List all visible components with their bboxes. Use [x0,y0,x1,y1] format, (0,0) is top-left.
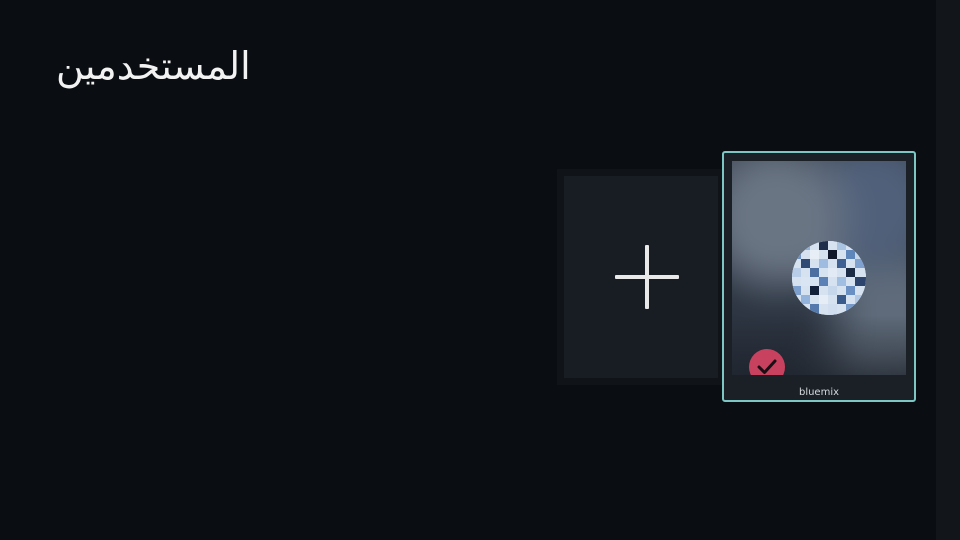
profile-background-image [732,161,906,375]
page-title: المستخدمين [56,44,251,88]
profile-card-bluemix[interactable]: bluemix [722,151,916,402]
plus-icon [615,245,679,309]
side-panel-edge [936,0,960,540]
profiles-screen: المستخدمين bluemix [0,0,960,540]
profile-name: bluemix [798,387,840,398]
avatar [792,241,866,315]
add-user-tile [564,176,718,378]
add-user-button[interactable] [557,169,725,385]
